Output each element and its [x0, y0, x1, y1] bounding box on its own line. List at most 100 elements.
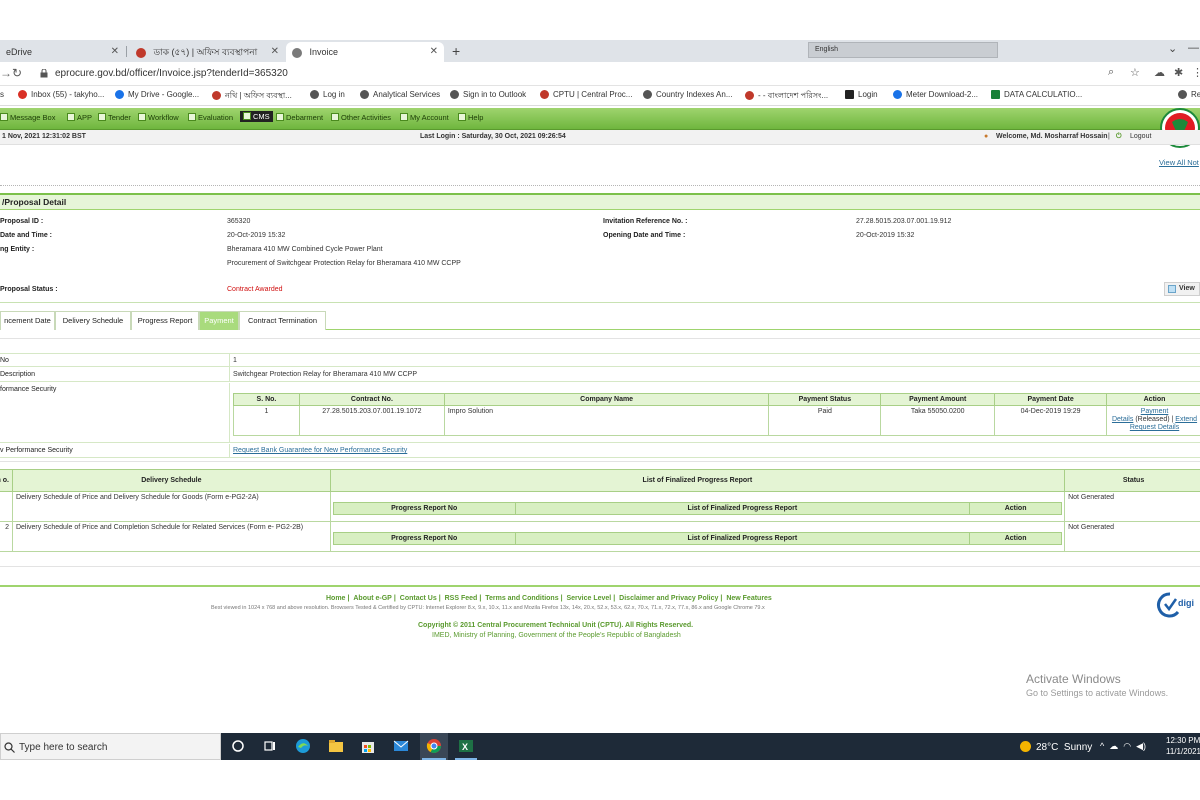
divider: [0, 338, 1200, 339]
site-favicon-icon: [212, 91, 221, 101]
footer-link-terms[interactable]: Terms and Conditions: [485, 595, 558, 602]
chevron-down-icon[interactable]: ⌄: [1168, 42, 1177, 55]
footer-link-contact[interactable]: Contact Us: [400, 595, 437, 602]
bookmark-item[interactable]: Country Indexes An...: [643, 90, 733, 100]
menu-other-activities[interactable]: Other Activities: [331, 113, 391, 122]
bookmark-item[interactable]: Log in: [310, 90, 345, 100]
bookmark-item[interactable]: DATA CALCULATIO...: [991, 90, 1082, 100]
close-icon[interactable]: ✕: [271, 42, 279, 62]
bookmark-item[interactable]: Login: [845, 90, 878, 100]
debarment-icon: [276, 113, 284, 121]
taskbar-clock[interactable]: 12:30 PM 11/1/2021: [1166, 735, 1200, 757]
menu-app[interactable]: APP: [67, 113, 92, 122]
menu-message-box[interactable]: Message Box: [0, 113, 55, 122]
bookmark-item[interactable]: Sign in to Outlook: [450, 90, 526, 100]
wifi-icon[interactable]: ◠: [1123, 741, 1131, 751]
extension-toolbar[interactable]: English: [808, 42, 998, 58]
info-row-description: Description Switchgear Protection Relay …: [0, 368, 1200, 382]
tab-commencement-date[interactable]: ncement Date: [0, 311, 55, 330]
mail-icon[interactable]: [393, 738, 409, 754]
chrome-icon[interactable]: [426, 738, 442, 754]
bookmark-item[interactable]: Analytical Services: [360, 90, 440, 100]
tender-icon: [98, 113, 106, 121]
chevron-up-icon[interactable]: ^: [1100, 741, 1104, 751]
tab-progress-report[interactable]: Progress Report: [131, 311, 199, 330]
column-header: Progress Report No: [332, 532, 516, 545]
payment-link[interactable]: Payment: [1141, 408, 1169, 415]
browser-tab-edrive[interactable]: eDrive ✕: [0, 42, 125, 62]
no-label: No: [0, 357, 9, 364]
network-icon[interactable]: ☁: [1109, 741, 1118, 751]
footer-link-about[interactable]: About e-GP: [353, 595, 392, 602]
edge-icon[interactable]: [295, 738, 311, 754]
store-icon[interactable]: [360, 738, 376, 754]
puzzle-icon[interactable]: ✱: [1174, 66, 1183, 79]
workflow-icon: [138, 113, 146, 121]
footer-link-new-features[interactable]: New Features: [726, 595, 772, 602]
weather-widget[interactable]: 28°C Sunny: [1020, 741, 1092, 753]
schedule-cell: Delivery Schedule of Price and Delivery …: [11, 491, 331, 522]
footer-links: Home | About e-GP | Contact Us | RSS Feed | …: [326, 595, 772, 602]
taskbar-search-input[interactable]: Type here to search: [0, 733, 221, 760]
browser-tab-invoice[interactable]: Invoice ✕: [286, 42, 444, 62]
footer-link-rss[interactable]: RSS Feed: [445, 595, 478, 602]
request-details-link[interactable]: Request Details: [1130, 424, 1179, 431]
column-divider: [229, 354, 230, 368]
footer-link-home[interactable]: Home: [326, 595, 345, 602]
forward-icon[interactable]: →: [0, 66, 12, 80]
browser-tab-dak[interactable]: ডাক (৫৭) | অফিস ব্যবস্থাপনা ✕: [130, 42, 285, 62]
extension-icon[interactable]: ☁: [1154, 66, 1165, 79]
tab-delivery-schedule[interactable]: Delivery Schedule: [55, 311, 131, 330]
close-icon[interactable]: ✕: [430, 42, 438, 62]
date-time-label: Date and Time :: [0, 232, 52, 239]
view-all-notifications-link[interactable]: View All Not: [1159, 158, 1199, 167]
task-view-icon[interactable]: [262, 738, 278, 754]
site-main-menu: Message Box APP Tender Workflow Evaluati…: [0, 108, 1200, 130]
menu-icon[interactable]: ⋮: [1192, 66, 1200, 79]
globe-icon: [292, 47, 302, 58]
bookmark-item[interactable]: s: [0, 90, 4, 99]
no-value: 1: [233, 357, 237, 364]
new-tab-button[interactable]: +: [452, 42, 460, 60]
bookmark-item[interactable]: My Drive - Google...: [115, 90, 199, 100]
menu-my-account[interactable]: My Account: [400, 113, 449, 122]
details-link[interactable]: Details: [1112, 416, 1133, 423]
cortana-icon[interactable]: [230, 738, 246, 754]
close-icon[interactable]: ✕: [111, 42, 119, 62]
menu-debarment[interactable]: Debarment: [276, 113, 323, 122]
volume-icon[interactable]: ◀): [1136, 741, 1146, 751]
status-label: Proposal Status :: [0, 286, 58, 293]
footer-link-disclaimer[interactable]: Disclaimer and Privacy Policy: [619, 595, 718, 602]
column-header: Company Name: [443, 393, 770, 406]
bookmark-item[interactable]: নথি | অফিস ব্যবস্থা...: [212, 90, 292, 103]
menu-cms[interactable]: CMS: [240, 111, 273, 122]
logout-link[interactable]: Logout: [1130, 133, 1151, 140]
tab-payment[interactable]: Payment: [199, 311, 239, 330]
digicert-seal-icon[interactable]: digi: [1156, 590, 1200, 620]
tab-contract-termination[interactable]: Contract Termination: [239, 311, 326, 330]
bookmark-item[interactable]: CPTU | Central Proc...: [540, 90, 632, 100]
star-icon[interactable]: ☆: [1130, 66, 1140, 79]
excel-icon[interactable]: X: [458, 738, 474, 754]
bookmark-item[interactable]: - - বাংলাদেশ পরিসং...: [745, 90, 828, 103]
column-divider: [229, 368, 230, 382]
bookmark-item[interactable]: Meter Download-2...: [893, 90, 978, 100]
column-header: Contract No.: [298, 393, 445, 406]
zoom-icon[interactable]: ⌕: [1108, 66, 1114, 79]
extend-link[interactable]: Extend: [1175, 416, 1197, 423]
url-input[interactable]: eprocure.gov.bd/officer/Invoice.jsp?tend…: [55, 68, 288, 79]
digicert-text: digi: [1178, 598, 1194, 608]
menu-workflow[interactable]: Workflow: [138, 113, 179, 122]
app-icon: [67, 113, 75, 121]
request-bank-guarantee-link[interactable]: Request Bank Guarantee for New Performan…: [233, 447, 407, 454]
view-button[interactable]: View: [1164, 282, 1200, 296]
menu-tender[interactable]: Tender: [98, 113, 131, 122]
bookmark-item[interactable]: Re: [1178, 90, 1200, 100]
menu-help[interactable]: Help: [458, 113, 483, 122]
footer-link-service-level[interactable]: Service Level: [567, 595, 612, 602]
reload-icon[interactable]: ↻: [12, 66, 22, 80]
file-explorer-icon[interactable]: [328, 738, 344, 754]
minimize-icon[interactable]: —: [1188, 42, 1199, 54]
bookmark-item[interactable]: Inbox (55) - takyho...: [18, 90, 104, 100]
menu-evaluation[interactable]: Evaluation: [188, 113, 233, 122]
